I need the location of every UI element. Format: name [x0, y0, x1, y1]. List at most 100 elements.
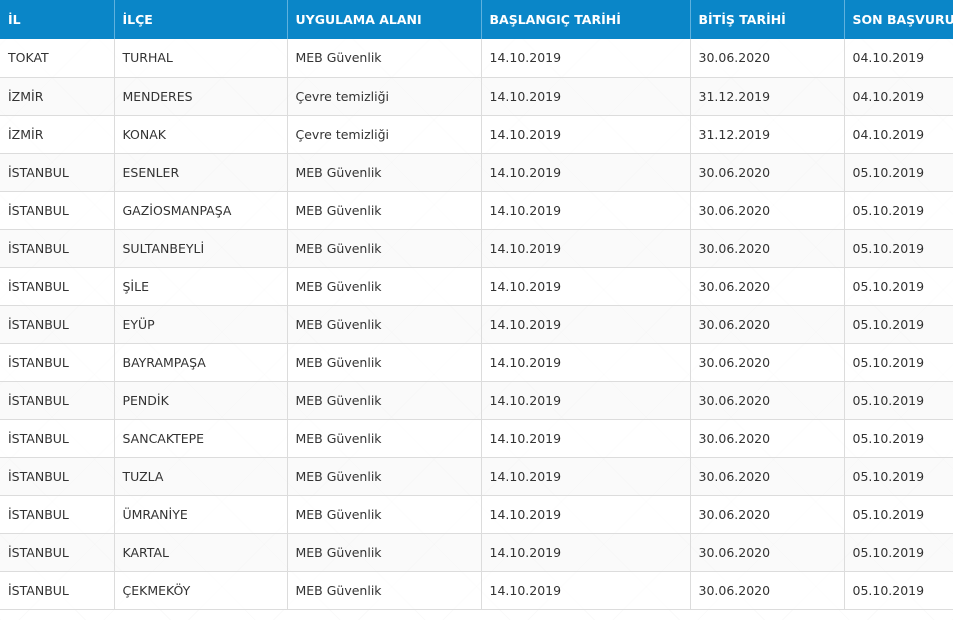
- table-row[interactable]: İZMİR KONAK Çevre temizliği 14.10.2019 31.12…: [0, 115, 953, 154]
- column-header-il[interactable]: İL: [0, 0, 115, 39]
- son-basvuru-cell: 05.10.2019: [844, 457, 953, 496]
- bitis-tarihi-cell: 30.06.2020: [690, 305, 845, 344]
- son-basvuru-cell: 05.10.2019: [844, 495, 953, 534]
- bitis-tarihi-cell: 30.06.2020: [690, 495, 845, 534]
- son-basvuru-cell: 05.10.2019: [844, 191, 953, 230]
- il-cell: İSTANBUL: [0, 229, 115, 268]
- baslangic-tarihi-cell: 14.10.2019: [481, 191, 691, 230]
- ilce-cell: GAZİOSMANPAŞA: [114, 191, 288, 230]
- bitis-tarihi-cell: 30.06.2020: [690, 153, 845, 192]
- baslangic-tarihi-cell: 14.10.2019: [481, 343, 691, 382]
- il-cell: TOKAT: [0, 39, 115, 78]
- table-row[interactable]: İSTANBUL GAZİOSMANPAŞA MEB Güvenlik 14.10.2…: [0, 191, 953, 230]
- il-cell: İSTANBUL: [0, 267, 115, 306]
- ilce-cell: TURHAL: [114, 39, 288, 78]
- ilce-cell: ESENLER: [114, 153, 288, 192]
- table-row[interactable]: TOKAT TURHAL MEB Güvenlik 14.10.2019 30.06.2…: [0, 39, 953, 78]
- uygulama-alani-cell: MEB Güvenlik: [287, 419, 482, 458]
- il-cell: İSTANBUL: [0, 571, 115, 610]
- son-basvuru-cell: 04.10.2019: [844, 115, 953, 154]
- bitis-tarihi-cell: 30.06.2020: [690, 457, 845, 496]
- uygulama-alani-cell: MEB Güvenlik: [287, 495, 482, 534]
- baslangic-tarihi-cell: 14.10.2019: [481, 533, 691, 572]
- uygulama-alani-cell: Çevre temizliği: [287, 77, 482, 116]
- uygulama-alani-cell: MEB Güvenlik: [287, 381, 482, 420]
- column-header-ilce[interactable]: İLÇE: [114, 0, 288, 39]
- baslangic-tarihi-cell: 14.10.2019: [481, 115, 691, 154]
- ilce-cell: SANCAKTEPE: [114, 419, 288, 458]
- uygulama-alani-cell: MEB Güvenlik: [287, 457, 482, 496]
- table-row[interactable]: İSTANBUL ESENLER MEB Güvenlik 14.10.2019 30.…: [0, 153, 953, 192]
- table-header: İL İLÇE UYGULAMA ALANI BAŞLANGIÇ TARİHİ …: [0, 0, 953, 39]
- table-row[interactable]: İSTANBUL SULTANBEYLİ MEB Güvenlik 14.10.201…: [0, 229, 953, 268]
- application-table: İL İLÇE UYGULAMA ALANI BAŞLANGIÇ TARİHİ …: [0, 0, 953, 610]
- son-basvuru-cell: 05.10.2019: [844, 419, 953, 458]
- table-row[interactable]: İSTANBUL ÇEKMEKÖY MEB Güvenlik 14.10.2019 30…: [0, 571, 953, 610]
- ilce-cell: KARTAL: [114, 533, 288, 572]
- column-header-bitis-tarihi[interactable]: BİTİŞ TARİHİ: [690, 0, 845, 39]
- table-row[interactable]: İSTANBUL BAYRAMPAŞA MEB Güvenlik 14.10.2019…: [0, 343, 953, 382]
- ilce-cell: BAYRAMPAŞA: [114, 343, 288, 382]
- bitis-tarihi-cell: 30.06.2020: [690, 419, 845, 458]
- son-basvuru-cell: 04.10.2019: [844, 39, 953, 78]
- ilce-cell: KONAK: [114, 115, 288, 154]
- table-row[interactable]: İSTANBUL ŞİLE MEB Güvenlik 14.10.2019 30.06.…: [0, 267, 953, 306]
- column-header-son-basvuru[interactable]: SON BAŞVURU: [844, 0, 953, 39]
- baslangic-tarihi-cell: 14.10.2019: [481, 229, 691, 268]
- bitis-tarihi-cell: 31.12.2019: [690, 77, 845, 116]
- baslangic-tarihi-cell: 14.10.2019: [481, 419, 691, 458]
- uygulama-alani-cell: MEB Güvenlik: [287, 571, 482, 610]
- baslangic-tarihi-cell: 14.10.2019: [481, 571, 691, 610]
- column-header-baslangic-tarihi[interactable]: BAŞLANGIÇ TARİHİ: [481, 0, 691, 39]
- uygulama-alani-cell: MEB Güvenlik: [287, 153, 482, 192]
- bitis-tarihi-cell: 30.06.2020: [690, 191, 845, 230]
- baslangic-tarihi-cell: 14.10.2019: [481, 153, 691, 192]
- baslangic-tarihi-cell: 14.10.2019: [481, 305, 691, 344]
- table-row[interactable]: İSTANBUL ÜMRANİYE MEB Güvenlik 14.10.2019 30…: [0, 495, 953, 534]
- il-cell: İSTANBUL: [0, 419, 115, 458]
- uygulama-alani-cell: MEB Güvenlik: [287, 267, 482, 306]
- bitis-tarihi-cell: 30.06.2020: [690, 229, 845, 268]
- bitis-tarihi-cell: 30.06.2020: [690, 571, 845, 610]
- header-row: İL İLÇE UYGULAMA ALANI BAŞLANGIÇ TARİHİ …: [0, 0, 953, 39]
- baslangic-tarihi-cell: 14.10.2019: [481, 77, 691, 116]
- column-header-uygulama-alani[interactable]: UYGULAMA ALANI: [287, 0, 482, 39]
- bitis-tarihi-cell: 31.12.2019: [690, 115, 845, 154]
- son-basvuru-cell: 05.10.2019: [844, 229, 953, 268]
- ilce-cell: ŞİLE: [114, 267, 288, 306]
- table-row[interactable]: İSTANBUL EYÜP MEB Güvenlik 14.10.2019 30.06.…: [0, 305, 953, 344]
- table-row[interactable]: İSTANBUL KARTAL MEB Güvenlik 14.10.2019 30.0…: [0, 533, 953, 572]
- uygulama-alani-cell: MEB Güvenlik: [287, 343, 482, 382]
- uygulama-alani-cell: MEB Güvenlik: [287, 191, 482, 230]
- bitis-tarihi-cell: 30.06.2020: [690, 533, 845, 572]
- uygulama-alani-cell: MEB Güvenlik: [287, 305, 482, 344]
- baslangic-tarihi-cell: 14.10.2019: [481, 457, 691, 496]
- son-basvuru-cell: 05.10.2019: [844, 153, 953, 192]
- table-row[interactable]: İZMİR MENDERES Çevre temizliği 14.10.2019 31…: [0, 77, 953, 116]
- ilce-cell: TUZLA: [114, 457, 288, 496]
- baslangic-tarihi-cell: 14.10.2019: [481, 39, 691, 78]
- il-cell: İSTANBUL: [0, 381, 115, 420]
- il-cell: İSTANBUL: [0, 305, 115, 344]
- ilce-cell: PENDİK: [114, 381, 288, 420]
- table-row[interactable]: İSTANBUL SANCAKTEPE MEB Güvenlik 14.10.2019…: [0, 419, 953, 458]
- il-cell: İSTANBUL: [0, 495, 115, 534]
- table-container: İL İLÇE UYGULAMA ALANI BAŞLANGIÇ TARİHİ …: [0, 0, 953, 620]
- table-row[interactable]: İSTANBUL PENDİK MEB Güvenlik 14.10.2019 30.0…: [0, 381, 953, 420]
- uygulama-alani-cell: MEB Güvenlik: [287, 229, 482, 268]
- son-basvuru-cell: 05.10.2019: [844, 267, 953, 306]
- ilce-cell: ÜMRANİYE: [114, 495, 288, 534]
- son-basvuru-cell: 05.10.2019: [844, 571, 953, 610]
- table-body: TOKAT TURHAL MEB Güvenlik 14.10.2019 30.06.2…: [0, 39, 953, 610]
- ilce-cell: EYÜP: [114, 305, 288, 344]
- table-row[interactable]: İSTANBUL TUZLA MEB Güvenlik 14.10.2019 30.06…: [0, 457, 953, 496]
- il-cell: İSTANBUL: [0, 153, 115, 192]
- son-basvuru-cell: 05.10.2019: [844, 305, 953, 344]
- ilce-cell: ÇEKMEKÖY: [114, 571, 288, 610]
- il-cell: İSTANBUL: [0, 343, 115, 382]
- son-basvuru-cell: 05.10.2019: [844, 381, 953, 420]
- il-cell: İZMİR: [0, 77, 115, 116]
- uygulama-alani-cell: MEB Güvenlik: [287, 39, 482, 78]
- uygulama-alani-cell: MEB Güvenlik: [287, 533, 482, 572]
- ilce-cell: MENDERES: [114, 77, 288, 116]
